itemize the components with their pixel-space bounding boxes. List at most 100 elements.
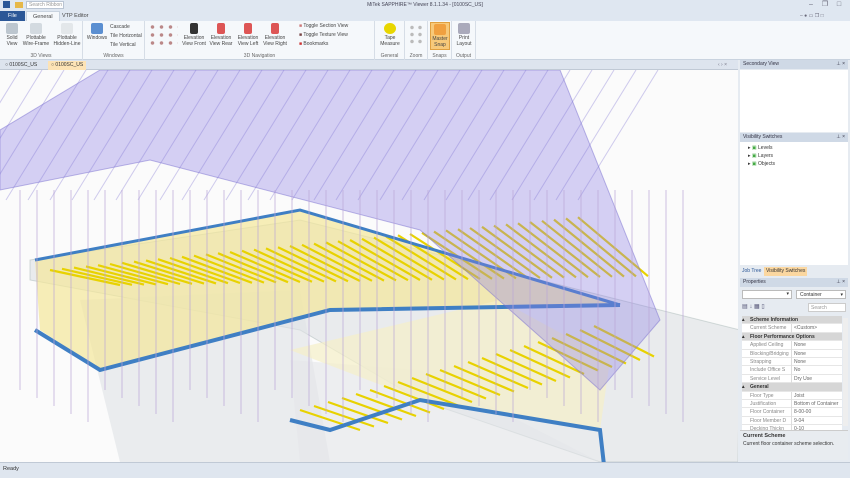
snap-icon bbox=[434, 24, 446, 35]
document-tabs: ○ 0100SC_US ○ 0100SC_US ‹ › × bbox=[0, 60, 738, 70]
doc-tab-active[interactable]: ○ 0100SC_US bbox=[48, 61, 87, 70]
group-3d-navigation: Elevation View Front Elevation View Rear… bbox=[145, 21, 375, 60]
property-value[interactable]: No bbox=[791, 366, 841, 375]
tab-file[interactable]: File bbox=[0, 11, 25, 21]
label: Print Layout bbox=[456, 35, 472, 47]
grid-scrollbar[interactable] bbox=[843, 318, 848, 426]
elevation-right-button[interactable]: Elevation View Right bbox=[262, 23, 288, 47]
property-row[interactable]: Include Office S No bbox=[742, 366, 842, 375]
orbit-views-icons[interactable] bbox=[148, 23, 178, 48]
restore-button[interactable]: ❐ bbox=[820, 1, 830, 9]
property-value[interactable]: 9-04 bbox=[791, 416, 841, 426]
solid-view-icon bbox=[6, 23, 18, 34]
close-button[interactable]: □ bbox=[834, 1, 844, 9]
group-windows: Windows Cascade Tile Horizontal Tile Ver… bbox=[83, 21, 145, 60]
group-3d-views: Solid View Plottable Wire-Frame Plottabl… bbox=[0, 21, 83, 60]
property-value[interactable]: Dry Use bbox=[791, 374, 841, 384]
property-value[interactable]: 8-00-00 bbox=[791, 408, 841, 417]
property-value[interactable]: <Custom> bbox=[791, 324, 841, 333]
label: Elevation View Left bbox=[237, 35, 259, 47]
pin-icon[interactable]: ⊥ × bbox=[836, 278, 845, 287]
tile-vertical-button[interactable]: Tile Vertical bbox=[110, 42, 136, 48]
search-ribbon-input[interactable]: Search Ribbon bbox=[26, 1, 64, 9]
property-row[interactable]: Floor Member D 9-04 bbox=[742, 416, 842, 426]
print-layout-button[interactable]: Print Layout bbox=[454, 23, 474, 47]
elevation-left-button[interactable]: Elevation View Left bbox=[235, 23, 261, 47]
property-category[interactable]: ▴ Floor Performance Options bbox=[742, 332, 842, 342]
building-model[interactable] bbox=[0, 70, 738, 462]
label: General bbox=[750, 384, 769, 391]
ribbon-tabs: File General VTP Editor – ● ▭ ❐ □ bbox=[0, 10, 850, 21]
zoom-icons[interactable] bbox=[408, 24, 424, 46]
folder-icon[interactable] bbox=[15, 2, 23, 8]
toggle-section-view-button[interactable]: ■ Toggle Section View bbox=[299, 23, 348, 29]
bookmarks-button[interactable]: ■ Bookmarks bbox=[299, 41, 328, 47]
properties-search-input[interactable]: Search bbox=[808, 303, 846, 312]
master-snap-button[interactable]: Master Snap bbox=[430, 22, 450, 50]
pin-icon[interactable]: ⊥ × bbox=[836, 133, 845, 142]
wireframe-button[interactable]: Plottable Wire-Frame bbox=[22, 23, 50, 47]
label: Levels bbox=[758, 145, 773, 151]
object-select[interactable]: ▾ bbox=[742, 290, 792, 299]
3d-viewport[interactable] bbox=[0, 70, 738, 462]
tab-general[interactable]: General bbox=[26, 11, 60, 21]
group-zoom: Zoom bbox=[405, 21, 428, 60]
windows-icon bbox=[91, 23, 103, 34]
cascade-button[interactable]: Cascade bbox=[110, 24, 130, 30]
property-grid: ▴ Scheme Information Current Scheme <Custo… bbox=[738, 316, 850, 434]
tab-vtp-editor[interactable]: VTP Editor bbox=[56, 11, 95, 21]
property-key: Strapping bbox=[750, 359, 772, 365]
property-value[interactable]: None bbox=[791, 349, 841, 358]
property-key: Floor Member D bbox=[750, 417, 787, 424]
tape-measure-button[interactable]: Tape Measure bbox=[377, 23, 403, 47]
property-row[interactable]: Blocking/Bridging None bbox=[742, 349, 842, 358]
tree-item-levels[interactable]: ▸ ▣ Levels bbox=[748, 145, 772, 151]
property-row[interactable]: Floor Container 8-00-00 bbox=[742, 408, 842, 417]
property-value[interactable]: None bbox=[791, 341, 841, 350]
tab-job-tree[interactable]: Job Tree bbox=[740, 267, 763, 276]
ribbon: Solid View Plottable Wire-Frame Plottabl… bbox=[0, 21, 850, 60]
visibility-switches-header: Visibility Switches ⊥ × bbox=[740, 133, 848, 142]
tree-item-objects[interactable]: ▸ ▣ Objects bbox=[748, 161, 775, 167]
pin-icon[interactable]: ⊥ × bbox=[836, 60, 845, 69]
secondary-view[interactable] bbox=[740, 70, 848, 132]
tab-nav-arrows[interactable]: ‹ › × bbox=[718, 62, 727, 68]
doc-tab[interactable]: ○ 0100SC_US bbox=[2, 61, 40, 70]
label: Tape Measure bbox=[380, 35, 400, 47]
label: 0100SC_US bbox=[55, 62, 84, 68]
property-row[interactable]: Justification Bottom of Container bbox=[742, 400, 842, 409]
property-row[interactable]: Strapping None bbox=[742, 358, 842, 367]
elevation-front-button[interactable]: Elevation View Front bbox=[181, 23, 207, 47]
property-row[interactable]: Applied Ceiling None bbox=[742, 341, 842, 350]
label: Elevation View Rear bbox=[209, 35, 233, 47]
toggle-texture-view-button[interactable]: ■ Toggle Texture View bbox=[299, 32, 348, 38]
bookmark-icon: ■ bbox=[299, 41, 303, 47]
label: Objects bbox=[758, 161, 775, 167]
property-row[interactable]: Floor Type Joist bbox=[742, 391, 842, 400]
property-row[interactable]: Current Scheme <Custom> bbox=[742, 324, 842, 333]
property-value[interactable]: None bbox=[791, 358, 841, 367]
property-description: Current Scheme Current floor container s… bbox=[740, 430, 848, 460]
property-row[interactable]: Service Level Dry Use bbox=[742, 374, 842, 384]
property-category[interactable]: ▴ General bbox=[742, 383, 842, 392]
properties-toolbar-icons[interactable]: ▤ ↓ ▦ ▯ bbox=[742, 303, 765, 310]
property-category[interactable]: ▴ Scheme Information bbox=[742, 316, 842, 325]
label: Toggle Section View bbox=[303, 23, 349, 29]
property-value[interactable]: Bottom of Container bbox=[791, 400, 841, 409]
minimize-button[interactable]: – bbox=[806, 1, 816, 9]
group-label: 3D Navigation bbox=[243, 53, 276, 59]
type-select[interactable]: Container ▾ bbox=[796, 290, 846, 299]
label: 0100SC_US bbox=[9, 62, 38, 68]
elevation-rear-button[interactable]: Elevation View Rear bbox=[208, 23, 234, 47]
mdi-window-controls[interactable]: – ● ▭ ❐ □ bbox=[800, 13, 824, 19]
solid-view-button[interactable]: Solid View bbox=[2, 23, 22, 47]
tree-item-layers[interactable]: ▸ ▣ Layers bbox=[748, 153, 773, 159]
tab-visibility-switches[interactable]: Visibility Switches bbox=[764, 267, 808, 276]
tile-horizontal-button[interactable]: Tile Horizontal bbox=[110, 33, 142, 39]
hidden-line-button[interactable]: Plottable Hidden-Line bbox=[52, 23, 82, 47]
elevation-right-icon bbox=[271, 23, 279, 34]
windows-button[interactable]: Windows bbox=[86, 23, 108, 41]
property-value[interactable]: Joist bbox=[791, 391, 841, 400]
label: Master Snap bbox=[432, 36, 448, 48]
printer-icon bbox=[458, 23, 470, 34]
